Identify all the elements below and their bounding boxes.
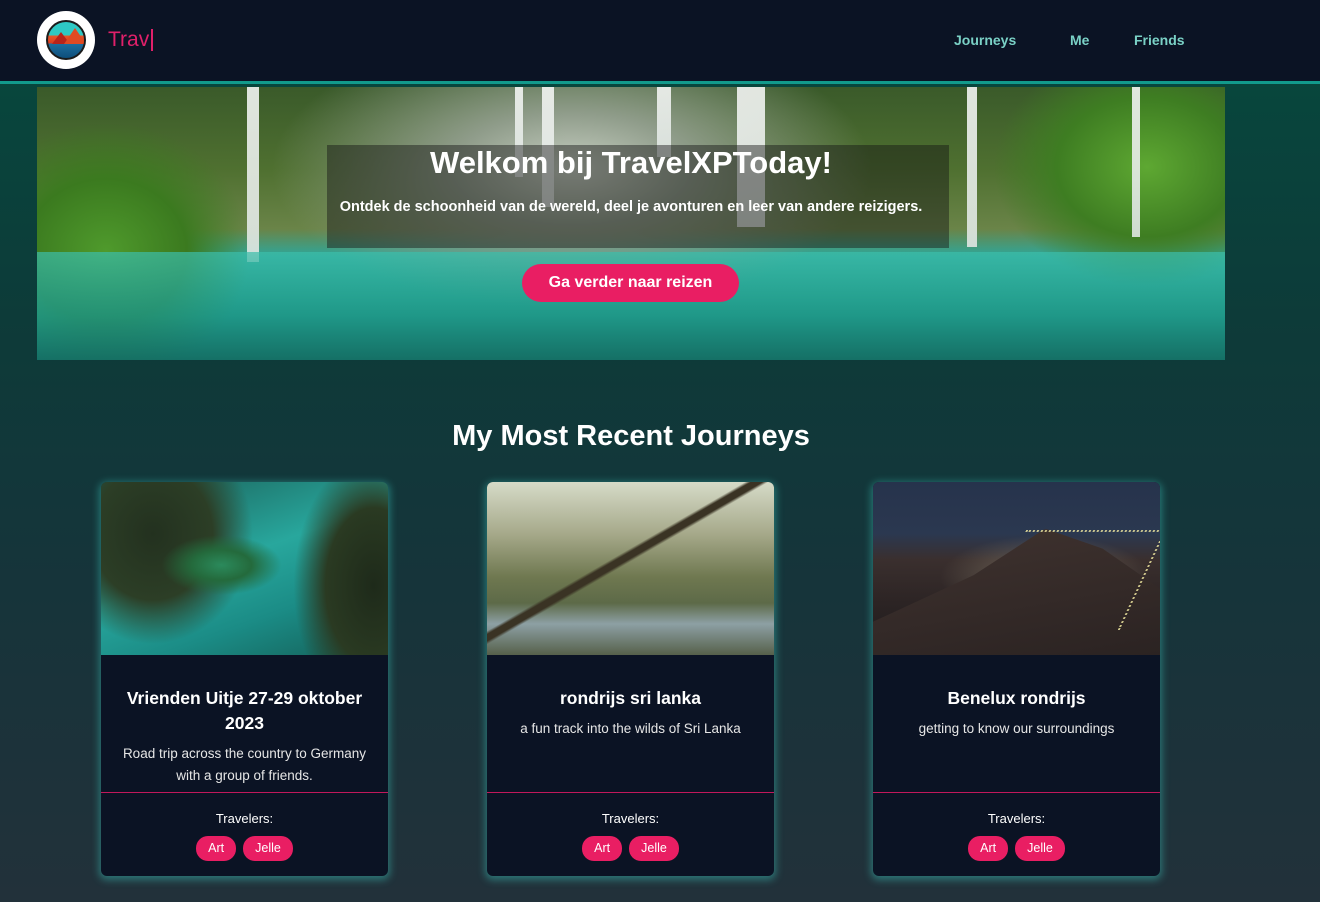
travelers-label: Travelers:: [987, 811, 1046, 826]
nav-link-me[interactable]: Me: [1070, 32, 1089, 48]
traveler-tag[interactable]: Art: [196, 836, 237, 861]
journey-card-footer: Travelers: Art Jelle: [873, 793, 1160, 861]
journey-card-title: rondrijs sri lanka: [559, 688, 702, 708]
section-title: My Most Recent Journeys: [452, 420, 810, 452]
journey-card-title: Benelux rondrijs: [947, 688, 1086, 708]
journey-card-image: [487, 482, 774, 655]
journey-card-description: a fun track into the wilds of Sri Lanka: [520, 721, 741, 736]
journey-card-image: [101, 482, 388, 655]
journey-card[interactable]: Benelux rondrijs getting to know our sur…: [873, 482, 1160, 876]
journey-card-title: Vrienden Uitje 27-29 oktober 2023: [126, 688, 363, 733]
traveler-tag[interactable]: Jelle: [629, 836, 679, 861]
traveler-tag[interactable]: Art: [582, 836, 623, 861]
nav-link-friends[interactable]: Friends: [1134, 32, 1185, 48]
hero-banner: Welkom bij TravelXPToday! Ontdek de scho…: [37, 87, 1225, 360]
travelers-tags: Art Jelle: [101, 836, 388, 861]
journey-card[interactable]: rondrijs sri lanka a fun track into the …: [487, 482, 774, 876]
logo[interactable]: [37, 11, 95, 69]
top-navbar: Trav Journeys Me Friends: [0, 0, 1320, 84]
landscape-logo-icon: [46, 20, 86, 60]
journey-card-body: Benelux rondrijs getting to know our sur…: [873, 655, 1160, 792]
journey-card[interactable]: Vrienden Uitje 27-29 oktober 2023 Road t…: [101, 482, 388, 876]
journey-card-footer: Travelers: Art Jelle: [101, 793, 388, 861]
journey-card-body: Vrienden Uitje 27-29 oktober 2023 Road t…: [101, 655, 388, 792]
hero-subtitle: Ontdek de schoonheid van de wereld, deel…: [339, 199, 923, 215]
travelers-label: Travelers:: [601, 811, 660, 826]
travelers-tags: Art Jelle: [487, 836, 774, 861]
traveler-tag[interactable]: Jelle: [243, 836, 293, 861]
journey-card-footer: Travelers: Art Jelle: [487, 793, 774, 861]
journey-card-description: getting to know our surroundings: [918, 721, 1115, 736]
journey-card-description: Road trip across the country to Germany …: [122, 746, 367, 783]
journey-card-body: rondrijs sri lanka a fun track into the …: [487, 655, 774, 792]
travelers-tags: Art Jelle: [873, 836, 1160, 861]
hero-title: Welkom bij TravelXPToday!: [430, 145, 832, 180]
nav-link-journeys[interactable]: Journeys: [954, 32, 1016, 48]
brand-name: Trav: [108, 29, 154, 51]
go-to-journeys-button[interactable]: Ga verder naar reizen: [522, 264, 739, 302]
travelers-label: Travelers:: [215, 811, 274, 826]
traveler-tag[interactable]: Jelle: [1015, 836, 1065, 861]
journey-card-image: [873, 482, 1160, 655]
traveler-tag[interactable]: Art: [968, 836, 1009, 861]
